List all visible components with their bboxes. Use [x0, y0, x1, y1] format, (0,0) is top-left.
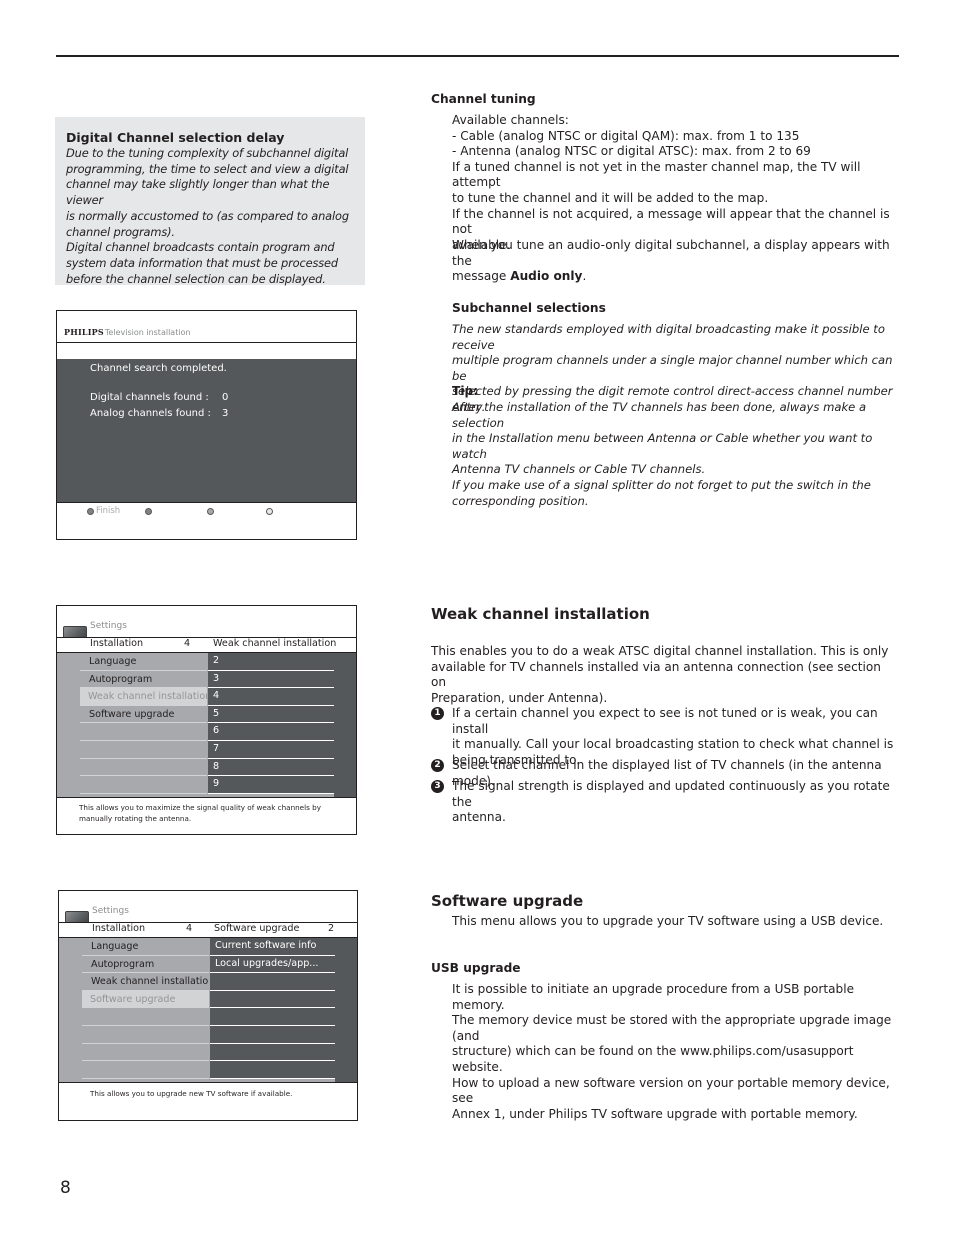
settings-software-upgrade-screen: Settings Installation 4 Software upgrade… [58, 890, 358, 1121]
list-item[interactable]: 4 [208, 688, 334, 706]
menu-list: Language Autoprogram Weak channel installa… [80, 653, 207, 794]
yellow-key-icon[interactable] [207, 508, 214, 515]
settings-weak-channel-screen: Settings Installation 4 Weak channel ins… [56, 605, 357, 835]
list-item-empty [210, 973, 336, 991]
weak-channel-intro: This enables you to do a weak ATSC digit… [431, 644, 889, 705]
tv-installation-screen: PHILIPSTelevision installation Channel s… [56, 310, 357, 540]
page-number: 8 [60, 1178, 71, 1198]
software-upgrade-heading: Software upgrade [431, 892, 584, 910]
settings-body: Language Autoprogram Weak channel installa… [59, 938, 357, 1083]
breadcrumb-submenu: Software upgrade [214, 923, 300, 934]
settings-body: Language Autoprogram Weak channel installa… [57, 653, 356, 798]
menu-item-empty [80, 740, 207, 759]
settings-title: Settings [92, 906, 129, 916]
list-item[interactable]: 6 [208, 723, 334, 741]
list-item-empty [210, 1061, 336, 1079]
option-list: Current software info Local upgrades/app.… [210, 938, 336, 1079]
subchannel-heading: Subchannel selections [452, 301, 606, 315]
divider [57, 342, 356, 343]
panel-edge [335, 938, 357, 1082]
menu-list: Language Autoprogram Weak channel installa… [82, 938, 209, 1079]
menu-item-autoprogram[interactable]: Autoprogram [82, 955, 209, 974]
tip-body: After the installation of the TV channel… [452, 400, 873, 508]
usb-upgrade-heading: USB upgrade [431, 961, 521, 975]
install-results-panel: Channel search completed. Digital channe… [57, 359, 356, 503]
help-text: This allows you to upgrade new TV softwa… [90, 1089, 293, 1098]
software-upgrade-intro: This menu allows you to upgrade your TV … [452, 914, 884, 928]
channel-list: 23456789 [208, 653, 334, 794]
breadcrumb-installation: Installation [92, 923, 146, 934]
breadcrumb-bar: Installation 4 Weak channel installation [57, 638, 356, 652]
note-title: Digital Channel selection delay [66, 130, 285, 145]
channel-tuning-heading: Channel tuning [431, 92, 536, 106]
analog-found-label: Analog channels found : [90, 408, 211, 419]
search-status: Channel search completed. [90, 363, 227, 374]
audio-only-paragraph: When you tune an audio-only digital subc… [452, 238, 897, 285]
green-key-icon[interactable] [145, 508, 152, 515]
menu-item-autoprogram[interactable]: Autoprogram [80, 670, 207, 689]
audio-only-suffix: . [582, 269, 587, 284]
step-number-icon: 2 [431, 759, 444, 772]
menu-item-weak-channel-installation[interactable]: Weak channel installation [82, 973, 209, 991]
note-box: Digital Channel selection delay Due to t… [55, 117, 365, 286]
analog-found-value: 3 [222, 408, 229, 419]
list-item[interactable]: 9 [208, 776, 334, 794]
digital-found-value: 0 [222, 392, 229, 403]
red-key-icon[interactable] [87, 508, 94, 515]
digital-found-label: Digital channels found : [90, 392, 209, 403]
weak-channel-heading: Weak channel installation [431, 605, 650, 623]
list-item[interactable]: 3 [208, 670, 334, 689]
breadcrumb-count: 4 [186, 923, 193, 934]
audio-only-term: Audio only [510, 269, 583, 284]
menu-item-empty [82, 1043, 209, 1062]
breadcrumb-submenu: Weak channel installation [213, 638, 337, 649]
finish-button[interactable]: Finish [96, 506, 120, 516]
color-key-bar: Finish [57, 506, 356, 520]
panel-edge [334, 653, 356, 797]
list-item[interactable]: 7 [208, 740, 334, 759]
screen-header: PHILIPSTelevision installation [64, 327, 191, 337]
step-text: The signal strength is displayed and upd… [452, 779, 890, 825]
screen-header-title: Television installation [104, 328, 191, 337]
list-item-empty [210, 1008, 336, 1026]
breadcrumb-installation: Installation [90, 638, 144, 649]
step-number-icon: 1 [431, 707, 444, 720]
list-item[interactable]: 5 [208, 705, 334, 724]
help-text: This allows you to maximize the signal q… [79, 803, 321, 823]
menu-item-empty [80, 776, 207, 794]
menu-item-weak-channel-installation[interactable]: Weak channel installation [80, 688, 207, 706]
menu-item-empty [82, 1008, 209, 1026]
step-3: 3 The signal strength is displayed and u… [431, 779, 896, 826]
menu-item-software-upgrade[interactable]: Software upgrade [82, 990, 209, 1009]
list-item-empty [210, 1043, 336, 1062]
menu-item-empty [82, 1061, 209, 1079]
menu-item-language[interactable]: Language [80, 653, 207, 671]
top-rule [56, 55, 899, 57]
note-body: Due to the tuning complexity of subchann… [66, 146, 349, 286]
list-item[interactable]: Current software info [210, 938, 336, 956]
philips-logo: PHILIPS [64, 327, 104, 337]
breadcrumb-bar: Installation 4 Software upgrade 2 [59, 923, 357, 937]
menu-item-empty [80, 758, 207, 777]
usb-upgrade-body: It is possible to initiate an upgrade pr… [452, 982, 892, 1121]
blue-key-icon[interactable] [266, 508, 273, 515]
menu-item-empty [80, 723, 207, 741]
channel-tuning-body: Available channels: - Cable (analog NTSC… [452, 113, 890, 252]
tip-heading: Tip: [452, 384, 479, 398]
list-item[interactable]: Local upgrades/app... [210, 955, 336, 974]
list-item-empty [210, 990, 336, 1009]
menu-item-empty [82, 1025, 209, 1044]
list-item[interactable]: 8 [208, 758, 334, 777]
list-item[interactable]: 2 [208, 653, 334, 671]
menu-item-language[interactable]: Language [82, 938, 209, 956]
menu-item-software-upgrade[interactable]: Software upgrade [80, 705, 207, 724]
settings-title: Settings [90, 621, 127, 631]
list-item-empty [210, 1025, 336, 1044]
submenu-count: 2 [328, 923, 335, 934]
step-number-icon: 3 [431, 780, 444, 793]
breadcrumb-count: 4 [184, 638, 191, 649]
